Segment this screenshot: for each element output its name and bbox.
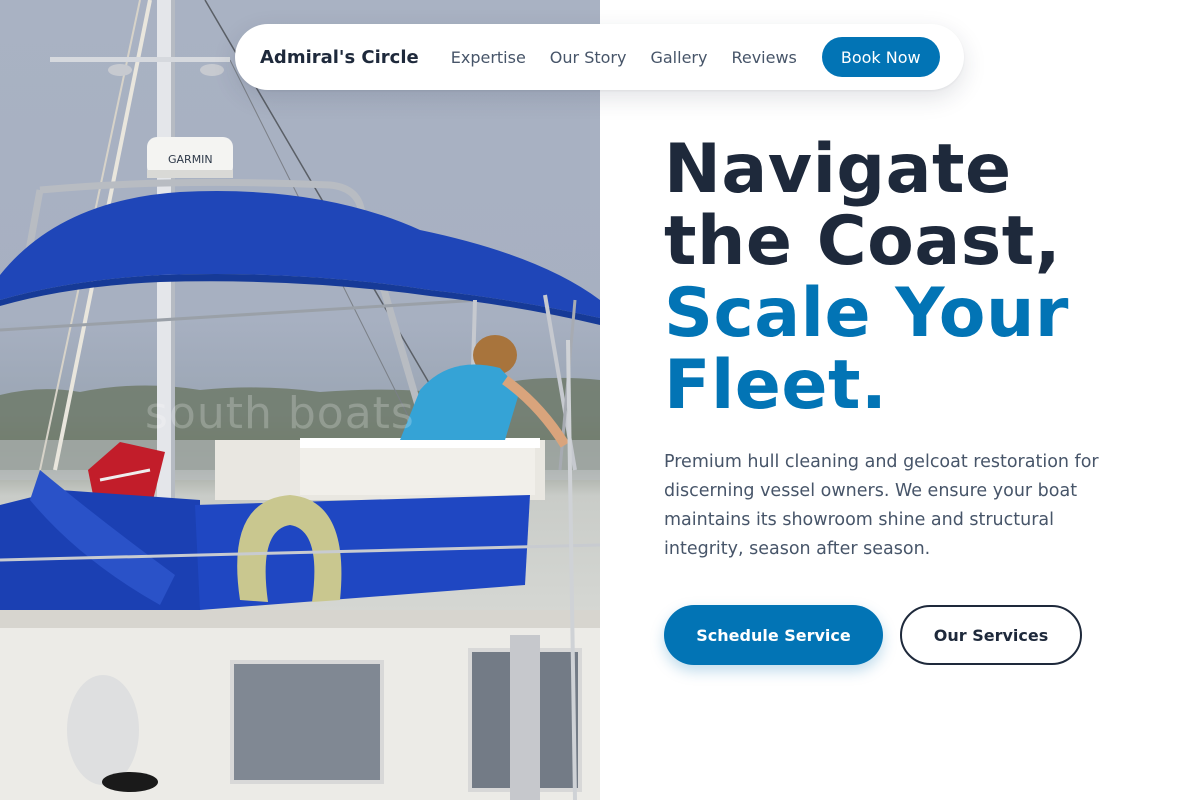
top-navigation: Admiral's Circle Expertise Our Story Gal… — [235, 24, 964, 90]
hero-cta-group: Schedule Service Our Services — [664, 605, 1174, 665]
photo-watermark: south boats — [145, 388, 415, 439]
radar-label: GARMIN — [168, 153, 213, 166]
nav-link-reviews[interactable]: Reviews — [731, 48, 796, 67]
nav-link-gallery[interactable]: Gallery — [650, 48, 707, 67]
book-now-button[interactable]: Book Now — [821, 37, 940, 77]
nav-link-our-story[interactable]: Our Story — [550, 48, 627, 67]
headline-line-1: Navigate — [664, 130, 1012, 209]
brand-logo[interactable]: Admiral's Circle — [260, 47, 419, 68]
hero-content: Navigate the Coast, Scale Your Fleet. Pr… — [664, 134, 1174, 665]
hero-description: Premium hull cleaning and gelcoat restor… — [664, 452, 1099, 559]
hero-photo: GARMIN south boats — [0, 0, 600, 800]
our-services-button[interactable]: Our Services — [900, 605, 1082, 665]
headline-accent-line-2: Fleet. — [664, 346, 888, 425]
headline-accent-line-1: Scale Your — [664, 274, 1069, 353]
headline-line-2: the Coast, — [664, 202, 1062, 281]
schedule-service-button[interactable]: Schedule Service — [664, 605, 883, 665]
nav-link-expertise[interactable]: Expertise — [451, 48, 526, 67]
hero-headline: Navigate the Coast, Scale Your Fleet. — [664, 134, 1174, 422]
